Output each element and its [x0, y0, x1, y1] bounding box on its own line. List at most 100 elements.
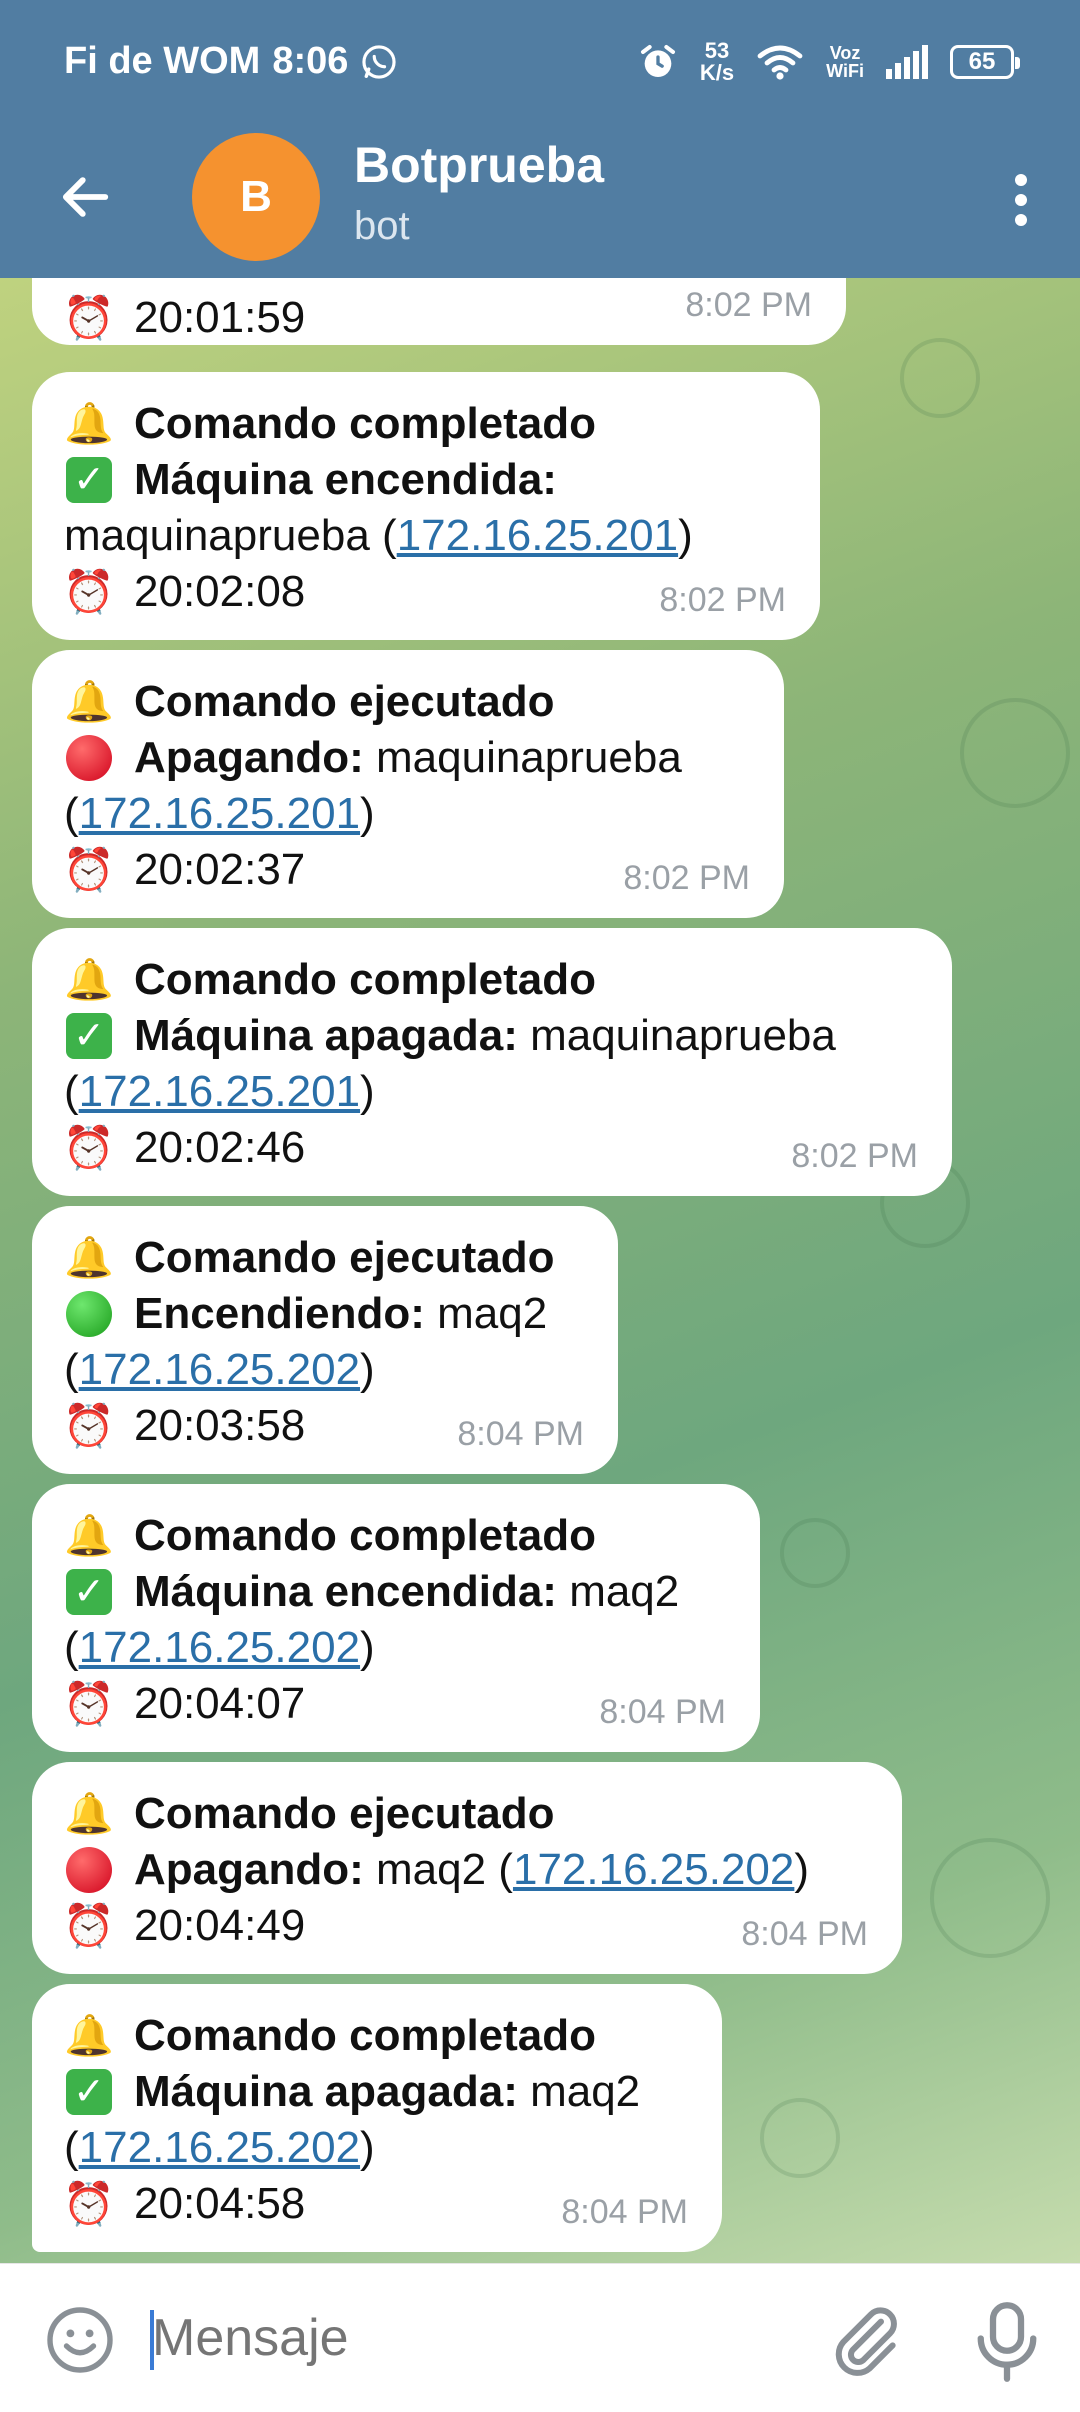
- check-mark-icon: ✓: [66, 1013, 112, 1059]
- attach-icon[interactable]: [826, 2300, 906, 2380]
- bell-icon: 🔔: [64, 1514, 114, 1558]
- chat-title[interactable]: Botprueba: [354, 136, 604, 194]
- avatar[interactable]: B: [192, 133, 320, 261]
- bell-icon: 🔔: [64, 2014, 114, 2058]
- alarm-clock-icon: ⏰: [62, 1902, 116, 1949]
- message-heading: 🔔 Comando completado: [64, 2011, 597, 2060]
- message-timestamp: 8:04 PM: [561, 2193, 688, 2231]
- network-speed: 53 K/s: [700, 40, 734, 84]
- message-bubble[interactable]: 🔔 Comando completado ✓ Máquina encendida…: [32, 1484, 760, 1752]
- chat-area[interactable]: ⏰ 20:01:59 8:02 PM 🔔 Comando completado …: [0, 278, 1080, 2263]
- message-heading: 🔔 Comando ejecutado: [64, 1233, 555, 1282]
- message-heading: 🔔 Comando ejecutado: [64, 677, 555, 726]
- speed-value: 53: [704, 38, 730, 63]
- message-status: Apagando: maq2 (172.16.25.202): [64, 1842, 868, 1898]
- message-host: maquinaprueba (172.16.25.201): [64, 508, 786, 564]
- red-circle-icon: [66, 735, 112, 781]
- battery-level: 65: [968, 48, 996, 75]
- message-status: ✓ Máquina apagada: maq2: [64, 2064, 688, 2120]
- more-options-button[interactable]: [986, 160, 1056, 240]
- message-timestamp: 8:04 PM: [741, 1915, 868, 1953]
- message-timestamp: 8:02 PM: [791, 1137, 918, 1175]
- ip-link[interactable]: 172.16.25.202: [79, 1342, 360, 1398]
- whatsapp-icon: [362, 44, 396, 79]
- background-doodle: [930, 1838, 1050, 1958]
- carrier-name: Fi de WOM: [64, 40, 261, 82]
- message-bubble[interactable]: 🔔 Comando completado ✓ Máquina encendida…: [32, 372, 820, 640]
- avatar-letter: B: [240, 172, 272, 221]
- message-status: ✓ Máquina apagada: maquinaprueba: [64, 1008, 918, 1064]
- chat-header: B Botprueba bot: [0, 120, 1080, 278]
- message-host: (172.16.25.202): [64, 2120, 688, 2176]
- message-host: (172.16.25.202): [64, 1620, 726, 1676]
- message-timestamp: 8:02 PM: [685, 286, 812, 324]
- wifi-icon: [757, 45, 803, 80]
- message-timestamp: 8:04 PM: [599, 1693, 726, 1731]
- alarm-clock-icon: ⏰: [62, 568, 116, 615]
- message-time-line: ⏰ 20:02:46: [62, 1123, 306, 1172]
- message-heading: 🔔 Comando ejecutado: [64, 1789, 555, 1838]
- message-host: (172.16.25.201): [64, 1064, 918, 1120]
- bell-icon: 🔔: [64, 402, 114, 446]
- bell-icon: 🔔: [64, 680, 114, 724]
- message-bubble[interactable]: 🔔 Comando ejecutado Apagando: maq2 (172.…: [32, 1762, 902, 1974]
- emoji-icon[interactable]: [44, 2304, 116, 2376]
- ip-link[interactable]: 172.16.25.201: [79, 1064, 360, 1120]
- bell-icon: 🔔: [64, 1236, 114, 1280]
- app-top-bar: Fi de WOM 8:06 53 K/s Voz WiFi 65 B Botp…: [0, 0, 1080, 278]
- background-doodle: [900, 338, 980, 418]
- ip-link[interactable]: 172.16.25.202: [513, 1842, 794, 1898]
- alarm-clock-icon: ⏰: [62, 1402, 116, 1449]
- speed-unit: K/s: [699, 60, 735, 85]
- signal-icon: [886, 45, 928, 79]
- message-timestamp: 8:02 PM: [623, 859, 750, 897]
- message-host: (172.16.25.201): [64, 786, 750, 842]
- message-bubble[interactable]: 🔔 Comando ejecutado Encendiendo: maq2 (1…: [32, 1206, 618, 1474]
- chat-subtitle: bot: [354, 204, 410, 248]
- alarm-clock-icon: ⏰: [62, 294, 116, 341]
- message-status: Encendiendo: maq2: [64, 1286, 584, 1342]
- message-input[interactable]: [152, 2308, 752, 2368]
- message-heading: 🔔 Comando completado: [64, 399, 597, 448]
- alarm-clock-icon: ⏰: [62, 2180, 116, 2227]
- more-vert-icon: [1015, 174, 1027, 186]
- alarm-clock-icon: ⏰: [62, 1124, 116, 1171]
- green-circle-icon: [66, 1291, 112, 1337]
- background-doodle: [760, 2098, 840, 2178]
- voz-wifi-indicator: Voz WiFi: [826, 44, 864, 80]
- message-heading: 🔔 Comando completado: [64, 1511, 597, 1560]
- check-mark-icon: ✓: [66, 457, 112, 503]
- check-mark-icon: ✓: [66, 2069, 112, 2115]
- message-status: Apagando: maquinaprueba: [64, 730, 750, 786]
- message-bubble[interactable]: 🔔 Comando completado ✓ Máquina apagada: …: [32, 928, 952, 1196]
- red-circle-icon: [66, 1847, 112, 1893]
- alarm-icon: [640, 45, 675, 77]
- background-doodle: [780, 1518, 850, 1588]
- mic-icon[interactable]: [972, 2300, 1042, 2384]
- back-arrow-icon: [62, 177, 109, 217]
- battery-icon: 65: [950, 45, 1020, 79]
- alarm-clock-icon: ⏰: [62, 1680, 116, 1727]
- ip-link[interactable]: 172.16.25.201: [397, 508, 678, 564]
- ip-link[interactable]: 172.16.25.201: [79, 786, 360, 842]
- message-timestamp: 8:02 PM: [659, 581, 786, 619]
- ip-link[interactable]: 172.16.25.202: [79, 2120, 360, 2176]
- message-bubble[interactable]: ⏰ 20:01:59 8:02 PM: [32, 278, 846, 345]
- ip-link[interactable]: 172.16.25.202: [79, 1620, 360, 1676]
- wifi-label: WiFi: [826, 61, 864, 81]
- message-host: (172.16.25.202): [64, 1342, 584, 1398]
- message-timestamp: 8:04 PM: [457, 1415, 584, 1453]
- message-status: ✓ Máquina encendida: maq2: [64, 1564, 726, 1620]
- back-button[interactable]: [50, 162, 120, 232]
- alarm-clock-icon: ⏰: [62, 846, 116, 893]
- message-input-bar: [0, 2263, 1080, 2412]
- message-bubble[interactable]: 🔔 Comando completado ✓ Máquina apagada: …: [32, 1984, 722, 2252]
- status-bar: Fi de WOM 8:06 53 K/s Voz WiFi 65: [0, 0, 1080, 120]
- clock-time: 8:06: [272, 40, 349, 82]
- message-status: ✓ Máquina encendida:: [64, 452, 786, 508]
- message-heading: 🔔 Comando completado: [64, 955, 597, 1004]
- check-mark-icon: ✓: [66, 1569, 112, 1615]
- message-bubble[interactable]: 🔔 Comando ejecutado Apagando: maquinapru…: [32, 650, 784, 918]
- status-left: Fi de WOM 8:06: [64, 40, 398, 83]
- bell-icon: 🔔: [64, 1792, 114, 1836]
